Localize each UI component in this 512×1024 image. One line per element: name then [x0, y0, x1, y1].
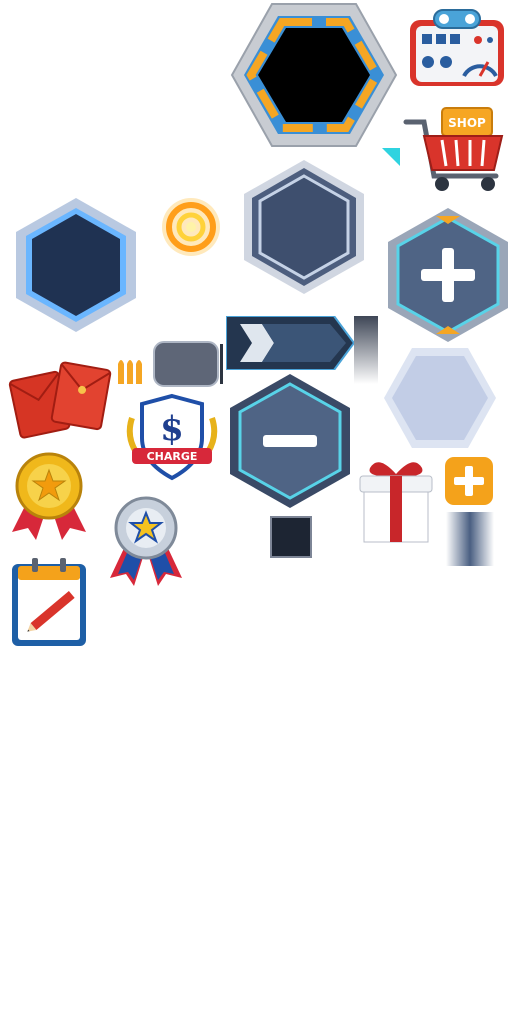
hex-remove-button-icon [230, 374, 350, 508]
hex-pale-highlight-icon [384, 348, 496, 448]
corner-marker-icon [382, 148, 400, 166]
hex-slot-empty-icon [244, 160, 364, 294]
target-ring-icon [162, 198, 220, 256]
notepad-pencil-icon [12, 558, 86, 646]
sprite-sheet: SHOP $ CHARGE [0, 0, 512, 1024]
gift-box-icon [359, 462, 433, 543]
control-panel-icon [410, 9, 504, 86]
dollar-sign: $ [160, 409, 184, 449]
red-envelope-icon [8, 361, 112, 439]
arrow-banner-bar-icon [226, 316, 354, 370]
shop-cart-icon: SHOP [403, 107, 504, 191]
blue-gradient-bar-icon [446, 512, 494, 566]
charge-label: CHARGE [147, 450, 198, 463]
gold-medal-icon [12, 452, 86, 540]
rounded-tag-icon [153, 341, 223, 387]
hex-add-button-icon [388, 208, 508, 342]
charge-currency-icon: $ CHARGE [126, 393, 218, 481]
orange-plus-button-icon [443, 455, 495, 507]
hex-portrait-frame-icon [230, 3, 398, 147]
shop-label: SHOP [448, 116, 486, 130]
hex-slot-glow-icon [16, 198, 136, 332]
dark-square-tile-icon [270, 516, 312, 558]
gradient-strip-icon [354, 316, 378, 384]
silver-medal-icon [110, 496, 182, 586]
ammo-bullets-icon [118, 360, 142, 384]
